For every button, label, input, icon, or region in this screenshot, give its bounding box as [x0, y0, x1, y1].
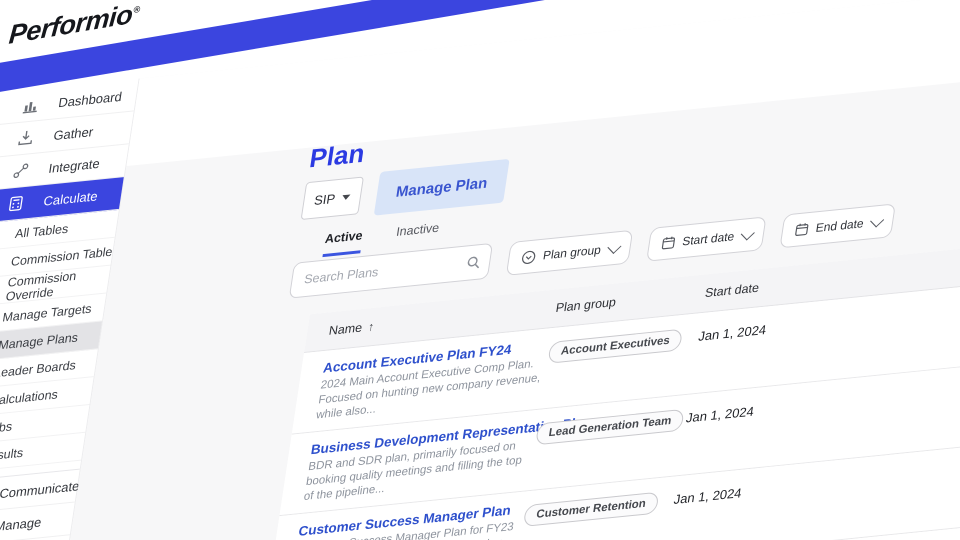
chevron-down-icon	[607, 239, 622, 254]
plan-group-badge: Account Executives	[547, 328, 684, 364]
registered-mark: ®	[133, 3, 141, 15]
period-select-value: SIP	[313, 190, 337, 208]
end-date-filter[interactable]: End date	[779, 203, 897, 249]
page-title: Plan	[307, 137, 367, 174]
sidebar-item-label: Dashboard	[57, 88, 124, 110]
end-date-filter-label: End date	[814, 216, 865, 236]
start-date-filter-label: Start date	[681, 229, 736, 249]
chevron-down-icon	[870, 213, 885, 228]
performio-app-window: Performio® Dashboard Gather Integrate Ca…	[0, 0, 960, 540]
plan-group-badge: Customer Retention	[522, 491, 660, 527]
column-header-start-date[interactable]: Start date	[704, 271, 855, 300]
plan-group-badge: Lead Generation Team	[535, 408, 685, 446]
column-header-plan-group[interactable]: Plan group	[555, 286, 706, 315]
sort-asc-icon: ↑	[367, 319, 376, 334]
sidebar-item-label: Manage	[0, 514, 43, 534]
chevron-down-icon	[740, 226, 755, 241]
plan-group-filter-label: Plan group	[542, 242, 602, 263]
app-body: Dashboard Gather Integrate Calculate All…	[0, 0, 960, 540]
page-canvas: Performio® Dashboard Gather Integrate Ca…	[0, 0, 960, 540]
search-icon	[465, 255, 481, 270]
sidebar-item-manage[interactable]: Manage	[0, 502, 75, 540]
sidebar-item-label: Integrate	[47, 155, 101, 176]
start-date-filter[interactable]: Start date	[646, 216, 767, 262]
calendar-icon	[794, 222, 810, 237]
plan-group-filter[interactable]: Plan group	[505, 229, 634, 276]
tab-inactive[interactable]: Inactive	[394, 221, 440, 250]
period-select[interactable]: SIP	[300, 176, 364, 221]
sidebar-item-label: Gather	[52, 123, 95, 143]
sidebar-item-label: Calculate	[42, 187, 99, 209]
search-input[interactable]	[301, 255, 468, 288]
manage-plan-button[interactable]: Manage Plan	[373, 158, 510, 216]
circle-chevron-icon	[520, 249, 537, 265]
calendar-icon	[661, 235, 677, 250]
bar-chart-icon	[22, 96, 40, 114]
calculator-icon	[7, 195, 25, 213]
caret-down-icon	[341, 193, 351, 200]
search-box	[288, 242, 494, 299]
tab-active[interactable]: Active	[322, 228, 364, 258]
sidebar-item-label: Communicate	[0, 477, 81, 501]
main-content: Plan SIP Manage Plan Active Inactive Sea…	[26, 0, 960, 540]
plug-icon	[12, 162, 30, 180]
download-icon	[17, 129, 35, 147]
